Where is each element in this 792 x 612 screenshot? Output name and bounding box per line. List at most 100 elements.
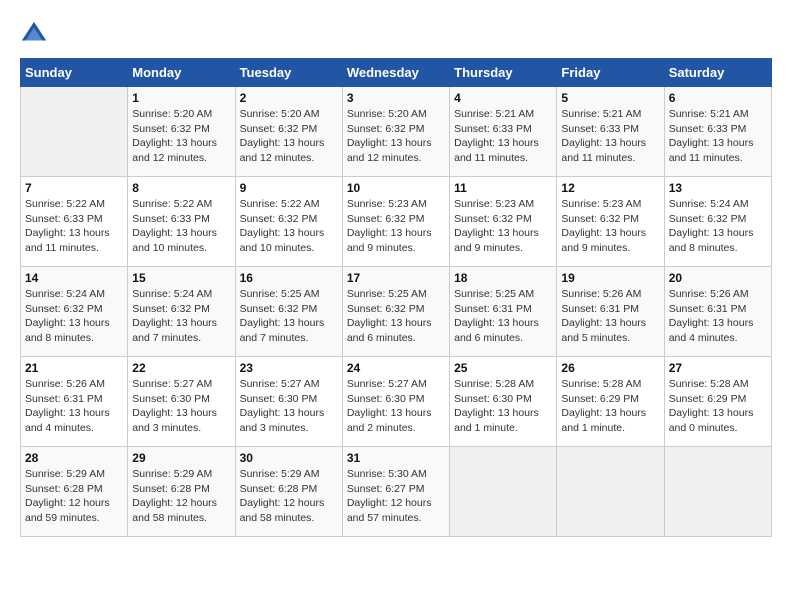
day-number: 22 bbox=[132, 361, 230, 375]
calendar-cell: 14 Sunrise: 5:24 AM Sunset: 6:32 PM Dayli… bbox=[21, 267, 128, 357]
day-info: Sunrise: 5:23 AM Sunset: 6:32 PM Dayligh… bbox=[347, 197, 445, 256]
day-info: Sunrise: 5:29 AM Sunset: 6:28 PM Dayligh… bbox=[240, 467, 338, 526]
day-number: 25 bbox=[454, 361, 552, 375]
day-info: Sunrise: 5:29 AM Sunset: 6:28 PM Dayligh… bbox=[132, 467, 230, 526]
day-info: Sunrise: 5:21 AM Sunset: 6:33 PM Dayligh… bbox=[454, 107, 552, 166]
day-number: 11 bbox=[454, 181, 552, 195]
day-number: 5 bbox=[561, 91, 659, 105]
day-number: 27 bbox=[669, 361, 767, 375]
day-number: 1 bbox=[132, 91, 230, 105]
day-number: 17 bbox=[347, 271, 445, 285]
day-number: 30 bbox=[240, 451, 338, 465]
day-number: 8 bbox=[132, 181, 230, 195]
day-number: 14 bbox=[25, 271, 123, 285]
day-info: Sunrise: 5:21 AM Sunset: 6:33 PM Dayligh… bbox=[669, 107, 767, 166]
calendar-cell: 6 Sunrise: 5:21 AM Sunset: 6:33 PM Daylig… bbox=[664, 87, 771, 177]
day-info: Sunrise: 5:27 AM Sunset: 6:30 PM Dayligh… bbox=[132, 377, 230, 436]
day-info: Sunrise: 5:20 AM Sunset: 6:32 PM Dayligh… bbox=[240, 107, 338, 166]
calendar-cell: 28 Sunrise: 5:29 AM Sunset: 6:28 PM Dayli… bbox=[21, 447, 128, 537]
calendar-cell: 10 Sunrise: 5:23 AM Sunset: 6:32 PM Dayli… bbox=[342, 177, 449, 267]
calendar-table: SundayMondayTuesdayWednesdayThursdayFrid… bbox=[20, 58, 772, 537]
calendar-cell: 16Sunrise: 5:25 AM Sunset: 6:32 PM Dayli… bbox=[235, 267, 342, 357]
calendar-week-row: 1 Sunrise: 5:20 AM Sunset: 6:32 PM Daylig… bbox=[21, 87, 772, 177]
day-info: Sunrise: 5:21 AM Sunset: 6:33 PM Dayligh… bbox=[561, 107, 659, 166]
day-info: Sunrise: 5:27 AM Sunset: 6:30 PM Dayligh… bbox=[347, 377, 445, 436]
calendar-cell: 23Sunrise: 5:27 AM Sunset: 6:30 PM Dayli… bbox=[235, 357, 342, 447]
header-day-monday: Monday bbox=[128, 59, 235, 87]
calendar-cell: 27Sunrise: 5:28 AM Sunset: 6:29 PM Dayli… bbox=[664, 357, 771, 447]
calendar-cell: 9 Sunrise: 5:22 AM Sunset: 6:32 PM Daylig… bbox=[235, 177, 342, 267]
calendar-cell: 21 Sunrise: 5:26 AM Sunset: 6:31 PM Dayli… bbox=[21, 357, 128, 447]
day-number: 9 bbox=[240, 181, 338, 195]
day-info: Sunrise: 5:22 AM Sunset: 6:33 PM Dayligh… bbox=[132, 197, 230, 256]
day-number: 21 bbox=[25, 361, 123, 375]
day-number: 29 bbox=[132, 451, 230, 465]
calendar-cell: 8 Sunrise: 5:22 AM Sunset: 6:33 PM Daylig… bbox=[128, 177, 235, 267]
day-info: Sunrise: 5:28 AM Sunset: 6:30 PM Dayligh… bbox=[454, 377, 552, 436]
day-info: Sunrise: 5:23 AM Sunset: 6:32 PM Dayligh… bbox=[561, 197, 659, 256]
header-day-friday: Friday bbox=[557, 59, 664, 87]
calendar-cell: 4 Sunrise: 5:21 AM Sunset: 6:33 PM Daylig… bbox=[450, 87, 557, 177]
day-number: 19 bbox=[561, 271, 659, 285]
calendar-cell: 25 Sunrise: 5:28 AM Sunset: 6:30 PM Dayli… bbox=[450, 357, 557, 447]
day-number: 10 bbox=[347, 181, 445, 195]
calendar-cell bbox=[557, 447, 664, 537]
header-day-saturday: Saturday bbox=[664, 59, 771, 87]
calendar-cell: 17 Sunrise: 5:25 AM Sunset: 6:32 PM Dayli… bbox=[342, 267, 449, 357]
logo bbox=[20, 20, 52, 48]
day-info: Sunrise: 5:23 AM Sunset: 6:32 PM Dayligh… bbox=[454, 197, 552, 256]
day-number: 28 bbox=[25, 451, 123, 465]
calendar-cell: 12 Sunrise: 5:23 AM Sunset: 6:32 PM Dayli… bbox=[557, 177, 664, 267]
calendar-week-row: 7 Sunrise: 5:22 AM Sunset: 6:33 PM Daylig… bbox=[21, 177, 772, 267]
day-info: Sunrise: 5:28 AM Sunset: 6:29 PM Dayligh… bbox=[561, 377, 659, 436]
header-day-wednesday: Wednesday bbox=[342, 59, 449, 87]
day-number: 12 bbox=[561, 181, 659, 195]
calendar-cell: 7 Sunrise: 5:22 AM Sunset: 6:33 PM Daylig… bbox=[21, 177, 128, 267]
day-info: Sunrise: 5:22 AM Sunset: 6:32 PM Dayligh… bbox=[240, 197, 338, 256]
header-day-sunday: Sunday bbox=[21, 59, 128, 87]
calendar-cell bbox=[664, 447, 771, 537]
day-number: 13 bbox=[669, 181, 767, 195]
day-info: Sunrise: 5:20 AM Sunset: 6:32 PM Dayligh… bbox=[347, 107, 445, 166]
day-info: Sunrise: 5:25 AM Sunset: 6:32 PM Dayligh… bbox=[240, 287, 338, 346]
calendar-header-row: SundayMondayTuesdayWednesdayThursdayFrid… bbox=[21, 59, 772, 87]
calendar-cell: 24 Sunrise: 5:27 AM Sunset: 6:30 PM Dayli… bbox=[342, 357, 449, 447]
calendar-cell: 11 Sunrise: 5:23 AM Sunset: 6:32 PM Dayli… bbox=[450, 177, 557, 267]
day-info: Sunrise: 5:22 AM Sunset: 6:33 PM Dayligh… bbox=[25, 197, 123, 256]
day-number: 7 bbox=[25, 181, 123, 195]
calendar-week-row: 21 Sunrise: 5:26 AM Sunset: 6:31 PM Dayli… bbox=[21, 357, 772, 447]
calendar-cell: 31 Sunrise: 5:30 AM Sunset: 6:27 PM Dayli… bbox=[342, 447, 449, 537]
day-number: 31 bbox=[347, 451, 445, 465]
day-number: 6 bbox=[669, 91, 767, 105]
calendar-week-row: 28 Sunrise: 5:29 AM Sunset: 6:28 PM Dayli… bbox=[21, 447, 772, 537]
calendar-cell: 26 Sunrise: 5:28 AM Sunset: 6:29 PM Dayli… bbox=[557, 357, 664, 447]
logo-icon bbox=[20, 20, 48, 48]
calendar-cell: 18Sunrise: 5:25 AM Sunset: 6:31 PM Dayli… bbox=[450, 267, 557, 357]
day-info: Sunrise: 5:26 AM Sunset: 6:31 PM Dayligh… bbox=[25, 377, 123, 436]
day-number: 4 bbox=[454, 91, 552, 105]
calendar-cell: 3 Sunrise: 5:20 AM Sunset: 6:32 PM Daylig… bbox=[342, 87, 449, 177]
day-info: Sunrise: 5:24 AM Sunset: 6:32 PM Dayligh… bbox=[132, 287, 230, 346]
day-number: 26 bbox=[561, 361, 659, 375]
calendar-cell bbox=[21, 87, 128, 177]
day-number: 23 bbox=[240, 361, 338, 375]
calendar-week-row: 14 Sunrise: 5:24 AM Sunset: 6:32 PM Dayli… bbox=[21, 267, 772, 357]
calendar-cell: 5 Sunrise: 5:21 AM Sunset: 6:33 PM Daylig… bbox=[557, 87, 664, 177]
day-info: Sunrise: 5:30 AM Sunset: 6:27 PM Dayligh… bbox=[347, 467, 445, 526]
day-info: Sunrise: 5:29 AM Sunset: 6:28 PM Dayligh… bbox=[25, 467, 123, 526]
calendar-cell bbox=[450, 447, 557, 537]
day-number: 15 bbox=[132, 271, 230, 285]
calendar-cell: 1Sunrise: 5:20 AM Sunset: 6:32 PM Daylig… bbox=[128, 87, 235, 177]
day-number: 3 bbox=[347, 91, 445, 105]
calendar-cell: 29 Sunrise: 5:29 AM Sunset: 6:28 PM Dayli… bbox=[128, 447, 235, 537]
day-info: Sunrise: 5:26 AM Sunset: 6:31 PM Dayligh… bbox=[669, 287, 767, 346]
day-info: Sunrise: 5:25 AM Sunset: 6:32 PM Dayligh… bbox=[347, 287, 445, 346]
day-info: Sunrise: 5:24 AM Sunset: 6:32 PM Dayligh… bbox=[25, 287, 123, 346]
calendar-cell: 20 Sunrise: 5:26 AM Sunset: 6:31 PM Dayli… bbox=[664, 267, 771, 357]
day-number: 2 bbox=[240, 91, 338, 105]
day-number: 24 bbox=[347, 361, 445, 375]
day-number: 20 bbox=[669, 271, 767, 285]
day-info: Sunrise: 5:26 AM Sunset: 6:31 PM Dayligh… bbox=[561, 287, 659, 346]
calendar-cell: 13Sunrise: 5:24 AM Sunset: 6:32 PM Dayli… bbox=[664, 177, 771, 267]
calendar-cell: 2 Sunrise: 5:20 AM Sunset: 6:32 PM Daylig… bbox=[235, 87, 342, 177]
